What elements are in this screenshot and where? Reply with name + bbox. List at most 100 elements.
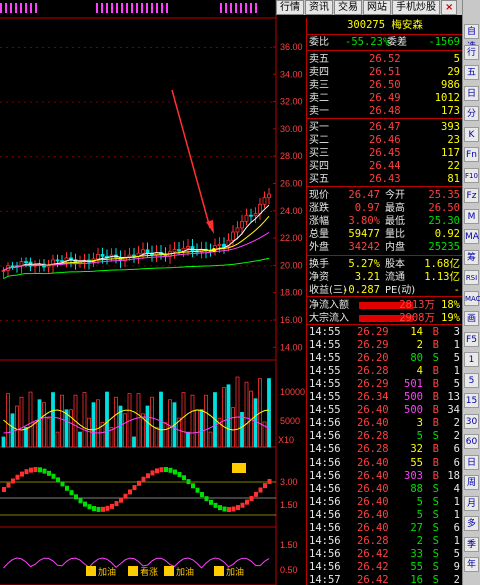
tick-volume: 5: [416, 495, 423, 508]
sidebar-button[interactable]: RSI: [464, 270, 479, 285]
grid-dot: [204, 156, 206, 158]
toolbar-mobile-button[interactable]: 手机炒股: [392, 0, 440, 15]
grid-dot: [18, 156, 20, 158]
indicator-axis-label: 1.50: [280, 500, 298, 510]
volume-bar: [33, 422, 37, 448]
sell-label: 卖三: [309, 80, 329, 91]
indicator-block: [110, 503, 114, 509]
sidebar-button[interactable]: 60: [464, 434, 479, 449]
sidebar-button[interactable]: 月: [464, 495, 479, 511]
grid-dot: [240, 156, 242, 158]
sidebar-button[interactable]: 筹: [464, 249, 479, 265]
tick-time: 14:56: [309, 534, 341, 547]
grid-dot: [102, 265, 104, 267]
grid-dot: [90, 156, 92, 158]
grid-dot: [150, 210, 152, 212]
indicator-block: [42, 468, 47, 474]
tick-count: 9: [453, 560, 460, 573]
sidebar-button[interactable]: MACD: [464, 290, 480, 306]
indicator-block: [132, 485, 137, 491]
grid-dot: [198, 156, 200, 158]
header-mark: [20, 3, 22, 13]
grid-dot: [180, 210, 182, 212]
grid-dot: [246, 47, 248, 48]
toolbar-trade-button[interactable]: 交易: [334, 0, 362, 15]
tick-volume: 16: [410, 573, 423, 585]
sidebar-button[interactable]: K: [464, 126, 479, 142]
sidebar-button[interactable]: Fz: [464, 188, 479, 203]
weicha-label: 委差: [387, 37, 407, 48]
sidebar-button[interactable]: 五: [464, 65, 479, 80]
sidebar-button[interactable]: 年: [464, 557, 479, 572]
sidebar-button[interactable]: 季: [464, 536, 479, 552]
indicator-block: [15, 474, 20, 480]
quote-label: 最高: [385, 203, 405, 214]
signal-label: 加油: [176, 566, 194, 578]
grid-dot: [204, 47, 206, 48]
volume-bar: [64, 409, 69, 448]
grid-dot: [252, 265, 254, 267]
indicator-block: [186, 479, 191, 485]
header-mark: [161, 3, 163, 13]
grid-dot: [192, 47, 194, 48]
sidebar-button[interactable]: 周: [464, 475, 479, 490]
sidebar-button[interactable]: 自选: [464, 24, 479, 52]
sidebar-button[interactable]: MA: [464, 229, 479, 244]
quote-row: 涨幅 3.80% 最低 25.30: [307, 215, 463, 228]
sidebar-button[interactable]: 30: [464, 413, 479, 429]
sidebar-button[interactable]: M: [464, 208, 479, 224]
tick-direction: S: [432, 495, 439, 508]
grid-dot: [96, 210, 98, 212]
tick-row: 14:55 26.34 500 B 13: [307, 391, 463, 404]
sidebar-button[interactable]: 1: [464, 352, 479, 367]
grid-dot: [258, 265, 260, 267]
kline-chart-pane[interactable]: 36.00 34.00 32.00 30.00 28.00 26.00 24.00 22.00…: [0, 0, 306, 585]
indicator-block: [65, 485, 69, 491]
tick-price: 26.40: [357, 456, 389, 469]
grid-dot: [66, 210, 68, 212]
indicator-block: [83, 501, 87, 507]
grid-dot: [126, 156, 128, 158]
sidebar-button[interactable]: 多: [464, 516, 479, 531]
grid-dot: [60, 320, 62, 321]
toolbar-website-button[interactable]: 网站: [363, 0, 391, 15]
candle-body: [186, 246, 190, 249]
sidebar-button[interactable]: 行: [464, 44, 479, 60]
grid-dot: [90, 320, 92, 321]
sidebar-button[interactable]: F10: [464, 167, 479, 183]
sidebar-button[interactable]: Fn: [464, 147, 479, 162]
sidebar-button[interactable]: 分: [464, 106, 479, 121]
grid-dot: [222, 47, 224, 48]
fin-label: 流通: [385, 272, 405, 283]
sidebar-button[interactable]: 画: [464, 311, 479, 326]
indicator-block: [141, 476, 146, 482]
stock-code: 300275: [347, 19, 386, 31]
grid-dot: [6, 101, 8, 103]
sidebar-button[interactable]: F5: [464, 331, 479, 347]
sidebar-button[interactable]: 5: [464, 372, 479, 388]
volume-bar: [37, 399, 42, 448]
tick-row: 14:55 26.28 4 B 1: [307, 365, 463, 378]
kline-chart[interactable]: 36.00 34.00 32.00 30.00 28.00 26.00 24.00 22.00…: [0, 0, 306, 585]
price-axis-label: 34.00: [280, 69, 303, 79]
sell-volume: 986: [441, 79, 460, 91]
tick-time: 14:57: [309, 573, 341, 585]
sidebar-button[interactable]: 日: [464, 85, 479, 101]
grid-dot: [102, 47, 104, 48]
indicator-block: [69, 490, 74, 496]
grid-dot: [234, 156, 236, 158]
grid-dot: [120, 210, 122, 212]
sidebar-button[interactable]: 15: [464, 393, 479, 408]
quote-label: 内盘: [385, 242, 405, 253]
grid-dot: [36, 47, 38, 48]
grid-dot: [210, 156, 212, 158]
close-icon[interactable]: ×: [441, 0, 458, 15]
toolbar-news-button[interactable]: 资讯: [305, 0, 333, 15]
grid-dot: [216, 210, 218, 212]
indicator-block: [164, 467, 168, 473]
sidebar-button[interactable]: 日: [464, 454, 479, 470]
tick-volume: 5: [416, 508, 423, 521]
toolbar-quote-button[interactable]: 行情: [276, 0, 304, 15]
grid-dot: [108, 265, 110, 267]
grid-dot: [30, 47, 32, 48]
